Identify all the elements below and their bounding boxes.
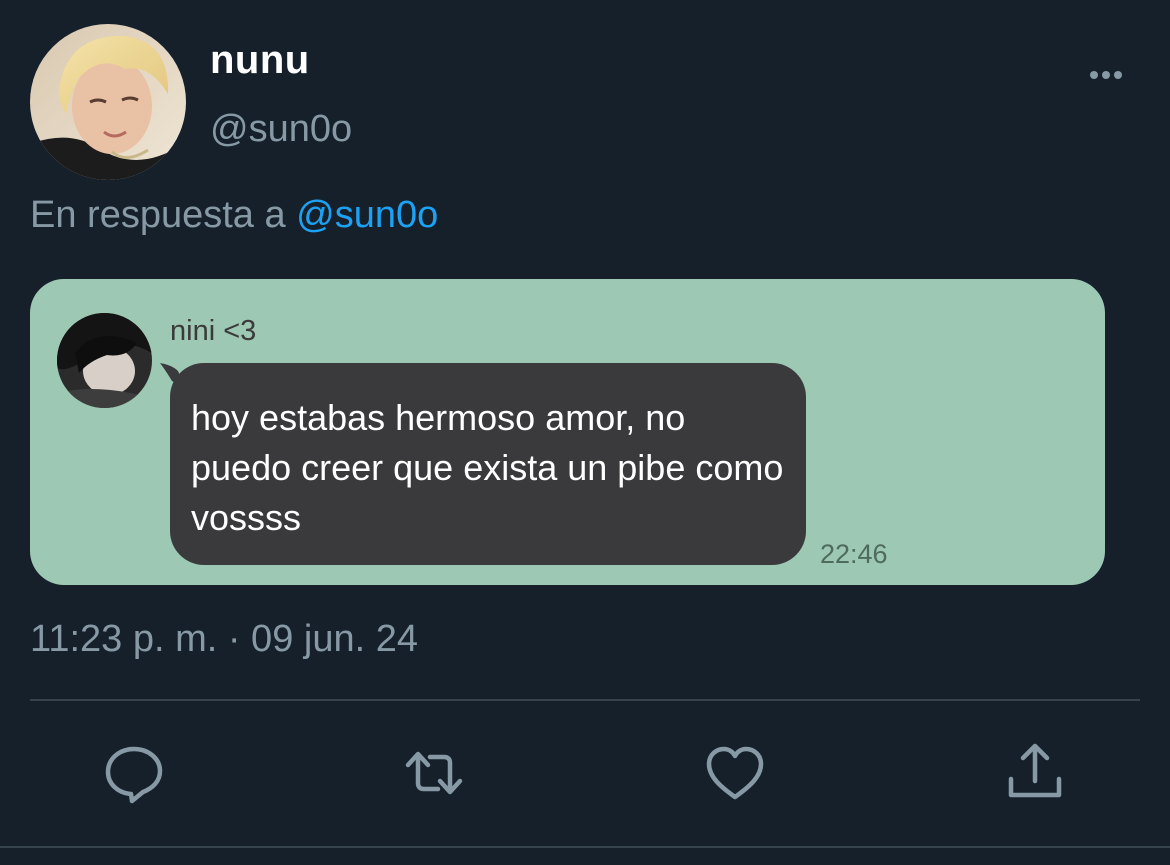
tweet-timestamp[interactable]: 11:23 p. m. · 09 jun. 24 [30, 618, 418, 661]
author-handle[interactable]: @sun0o [210, 108, 352, 151]
share-icon [1008, 743, 1062, 798]
like-button[interactable] [703, 741, 767, 805]
author-avatar[interactable] [30, 24, 186, 180]
chat-message-bubble: hoy estabas hermoso amor, no puedo creer… [170, 363, 806, 565]
share-button[interactable] [1003, 741, 1067, 805]
retweet-button[interactable] [402, 741, 466, 805]
avatar-image [30, 24, 186, 180]
heart-icon [706, 746, 764, 800]
chat-message-time: 22:46 [820, 539, 888, 569]
reply-button[interactable] [102, 741, 166, 805]
chat-screenshot-image[interactable]: nini <3 hoy estabas hermoso amor, no pue… [30, 279, 1105, 585]
chat-sender-avatar [57, 313, 152, 408]
divider [30, 699, 1140, 701]
author-display-name[interactable]: nunu [210, 38, 310, 83]
reply-handle-link[interactable]: @sun0o [296, 194, 438, 236]
retweet-icon [405, 751, 463, 795]
bottom-divider [0, 846, 1170, 848]
reply-context: En respuesta a @sun0o [30, 194, 438, 237]
comment-icon [105, 746, 163, 804]
chat-message-text: hoy estabas hermoso amor, no puedo creer… [191, 397, 784, 538]
reply-prefix: En respuesta a [30, 194, 286, 236]
chat-sender-name: nini <3 [170, 315, 257, 347]
more-horizontal-icon[interactable] [1084, 60, 1128, 90]
